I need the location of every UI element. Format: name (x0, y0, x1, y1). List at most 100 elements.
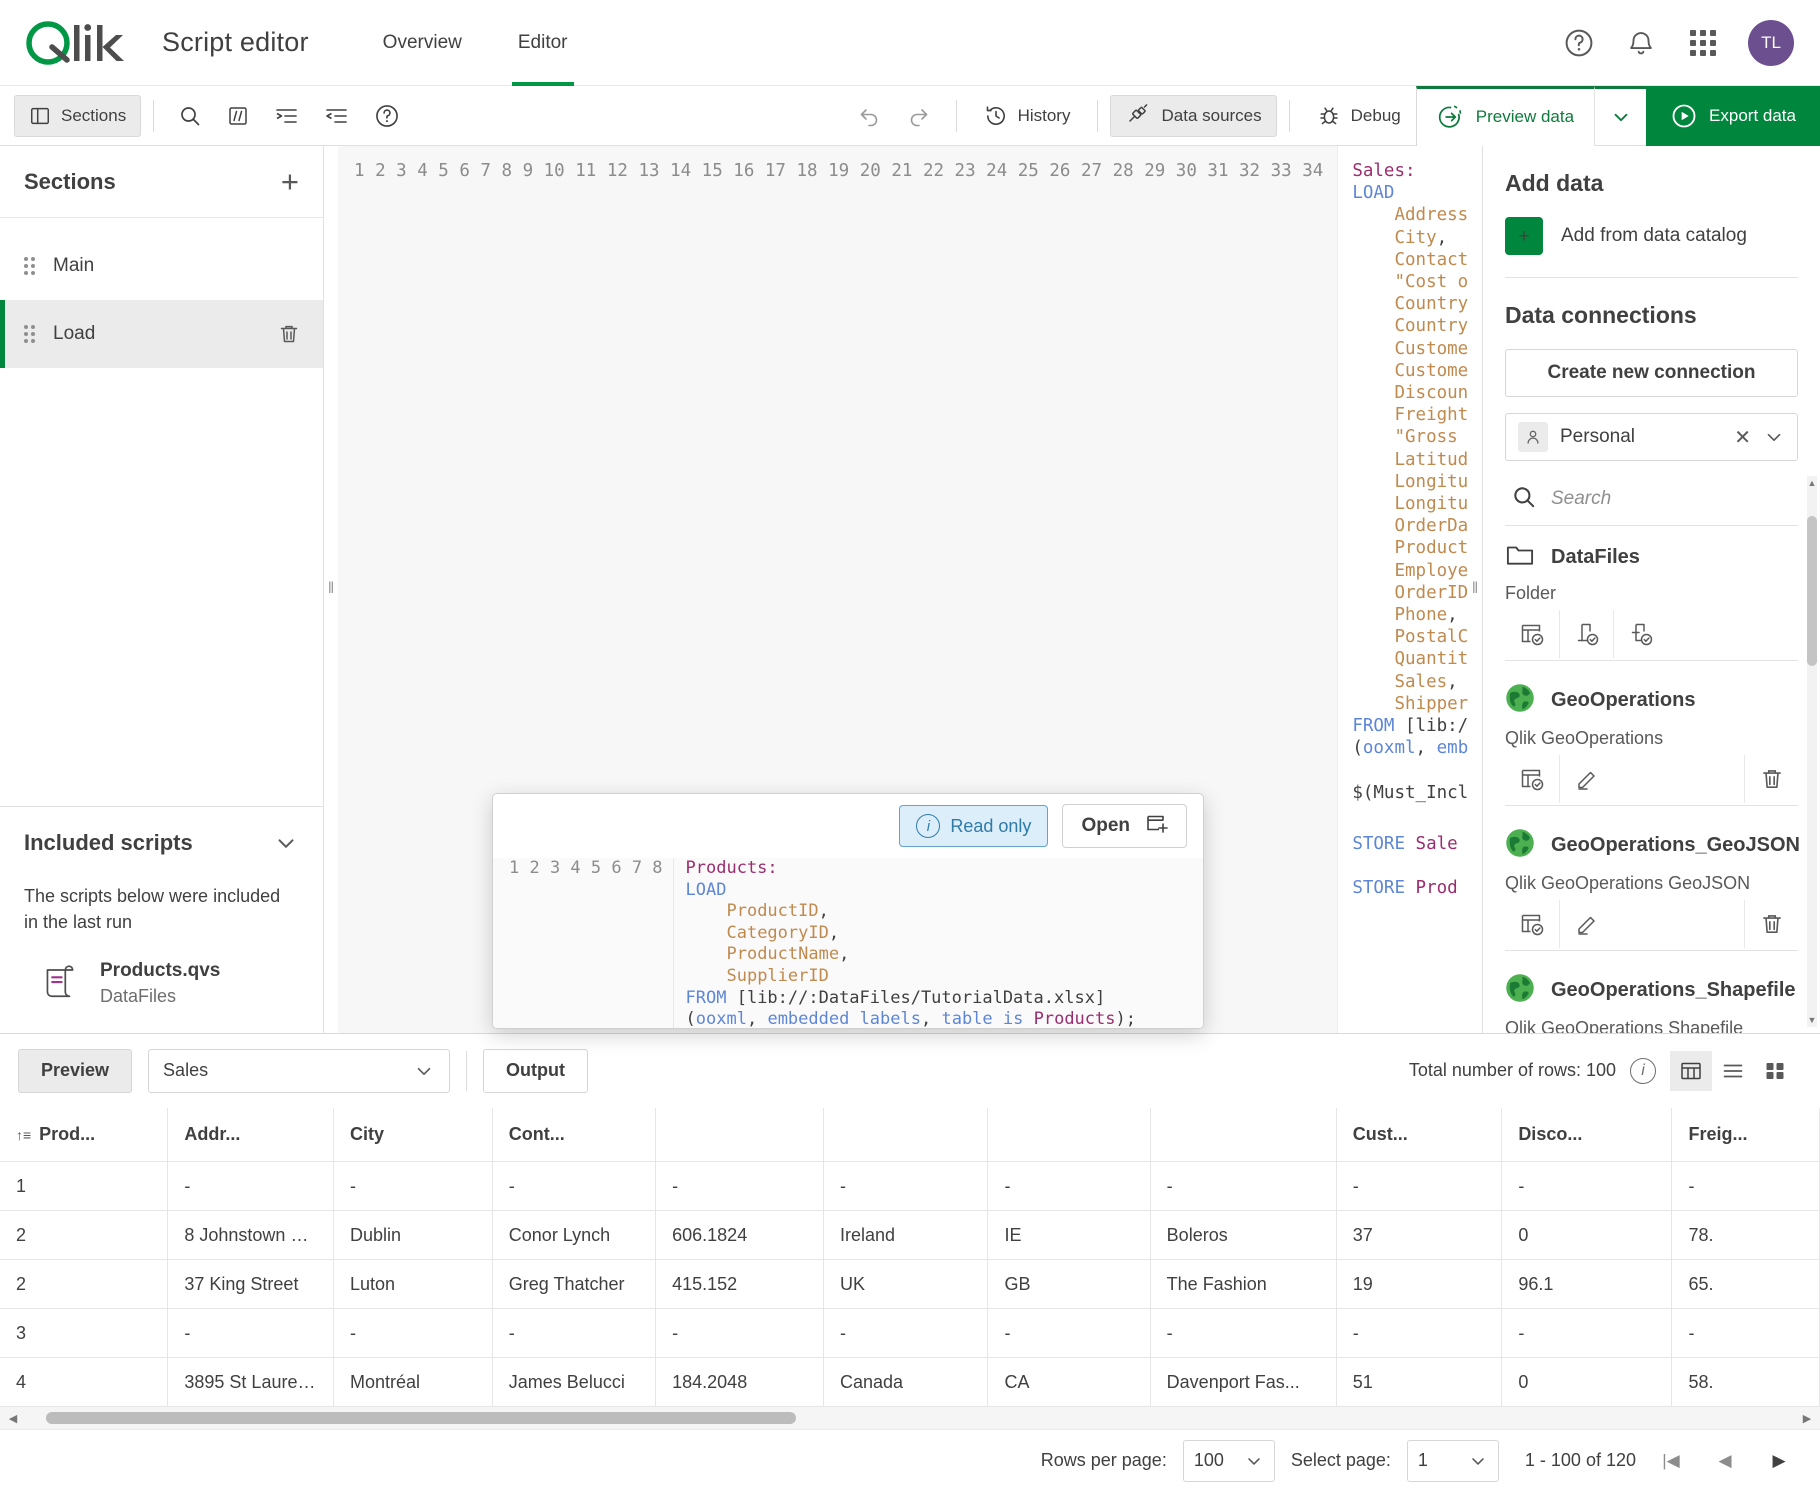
preview-data-chevron-down-icon[interactable] (1594, 85, 1647, 146)
editor-left-resize-handle[interactable]: ‖ (324, 146, 338, 1033)
table-row[interactable]: 3---------- (0, 1308, 1820, 1358)
scrollbar-track[interactable] (26, 1412, 1794, 1424)
avatar[interactable]: TL (1748, 19, 1794, 66)
chevron-down-icon[interactable] (413, 1060, 435, 1082)
scroll-up-icon[interactable]: ▲ (1807, 476, 1817, 490)
app-grid-icon[interactable] (1686, 26, 1720, 60)
scrollbar-thumb[interactable] (1807, 516, 1817, 666)
sections-title: Sections (24, 168, 116, 194)
column-header[interactable]: City (333, 1107, 493, 1162)
space-selector[interactable]: Personal ✕ (1505, 413, 1798, 461)
drag-handle-icon[interactable] (24, 325, 35, 343)
previous-page-icon[interactable]: ◀ (1706, 1442, 1744, 1480)
scroll-right-icon[interactable]: ▶ (1794, 1412, 1820, 1425)
table-row[interactable]: 1---------- (0, 1161, 1820, 1211)
popup-code-viewer[interactable]: 1 2 3 4 5 6 7 8 Products: LOAD ProductID… (493, 858, 1203, 1028)
delete-trash-icon[interactable] (277, 322, 301, 346)
select-data-icon[interactable] (1505, 900, 1559, 948)
indent-increase-icon[interactable] (262, 95, 312, 137)
tab-overview[interactable]: Overview (355, 0, 490, 86)
scrollbar-thumb[interactable] (46, 1412, 796, 1424)
edit-pencil-icon[interactable] (1559, 900, 1613, 948)
table-cell: UK (823, 1259, 989, 1309)
redo-arrow-icon[interactable] (894, 95, 944, 137)
column-header[interactable] (655, 1107, 824, 1162)
connection-item-geooperations-geojson[interactable]: GeoOperations_GeoJSON Qlik GeoOperations… (1505, 812, 1800, 957)
column-header[interactable]: Addr... (167, 1107, 334, 1162)
included-scripts-header[interactable]: Included scripts (0, 807, 323, 879)
add-from-data-catalog-button[interactable]: + Add from data catalog (1505, 217, 1798, 255)
chevron-down-icon[interactable] (1244, 1451, 1264, 1471)
column-header[interactable]: Cust... (1336, 1107, 1503, 1162)
export-data-button[interactable]: Export data (1646, 85, 1820, 146)
connections-search[interactable] (1505, 473, 1798, 525)
preview-table-select[interactable]: Sales (148, 1048, 451, 1093)
notifications-bell-icon[interactable] (1624, 26, 1658, 60)
sidebar-item-load[interactable]: Load (0, 300, 323, 368)
undo-arrow-icon[interactable] (844, 95, 894, 137)
editor-help-icon[interactable] (362, 95, 412, 137)
load-script-icon[interactable] (1559, 610, 1613, 658)
add-section-button[interactable]: + (281, 166, 299, 197)
edit-pencil-icon[interactable] (1559, 755, 1613, 803)
sections-toggle-button[interactable]: Sections (14, 94, 142, 137)
next-page-icon[interactable]: ▶ (1760, 1442, 1798, 1480)
select-data-icon[interactable] (1505, 610, 1559, 658)
table-row[interactable]: 4 3895 St Lauren... Montréal James Belucci 1… (0, 1357, 1820, 1407)
scroll-down-icon[interactable]: ▼ (1807, 1013, 1817, 1027)
search-input[interactable] (1551, 488, 1792, 510)
drag-handle-icon[interactable] (24, 257, 35, 275)
select-page-select[interactable]: 1 (1406, 1439, 1499, 1482)
table-row[interactable]: 28 Johnstown R... Dublin Conor Lynch 606.18… (0, 1210, 1820, 1260)
tab-editor[interactable]: Editor (490, 0, 596, 86)
connection-item-datafiles[interactable]: DataFiles Folder (1505, 526, 1798, 667)
output-tab-button[interactable]: Output (483, 1048, 589, 1093)
qlik-logo[interactable] (26, 20, 130, 65)
list-view-icon[interactable] (1712, 1051, 1754, 1091)
history-button[interactable]: History (969, 95, 1086, 137)
debug-button[interactable]: Debug (1302, 95, 1416, 137)
editor-code-text[interactable]: Sales: LOAD Address, City, ContactName, … (1338, 146, 1468, 1033)
scroll-left-icon[interactable]: ◀ (0, 1412, 26, 1425)
help-circle-icon[interactable] (1562, 26, 1596, 60)
column-header[interactable] (987, 1107, 1151, 1162)
preview-data-button[interactable]: Preview data (1415, 85, 1595, 146)
column-header[interactable] (823, 1107, 989, 1162)
connection-item-geooperations[interactable]: GeoOperations Qlik GeoOperations (1505, 667, 1798, 812)
delete-trash-icon[interactable] (1744, 900, 1798, 948)
column-header[interactable]: Disco... (1501, 1107, 1673, 1162)
sort-ascending-icon[interactable]: ↑≡ (16, 1127, 31, 1143)
preview-tab-button[interactable]: Preview (18, 1048, 133, 1093)
connection-item-geooperations-shapefile[interactable]: GeoOperations_Shapefile Qlik GeoOperatio… (1505, 957, 1798, 1033)
indent-decrease-icon[interactable] (312, 95, 362, 137)
chevron-down-icon[interactable] (1468, 1451, 1488, 1471)
create-new-connection-button[interactable]: Create new connection (1505, 349, 1798, 397)
insert-script-icon[interactable] (1613, 610, 1667, 658)
preview-horizontal-scrollbar[interactable]: ◀ ▶ (0, 1407, 1820, 1429)
search-icon[interactable] (166, 95, 214, 137)
column-header[interactable] (1150, 1107, 1337, 1162)
editor-right-resize-handle[interactable]: ‖ (1468, 146, 1482, 1033)
comment-toggle-icon[interactable] (214, 95, 262, 137)
column-header[interactable]: Cont... (492, 1107, 657, 1162)
select-data-icon[interactable] (1505, 755, 1559, 803)
sidebar-item-main[interactable]: Main (0, 232, 323, 300)
chevron-down-icon[interactable] (273, 830, 299, 856)
chevron-down-icon[interactable] (1763, 426, 1785, 448)
table-row[interactable]: 2 37 King Street Luton Greg Thatcher 415.152… (0, 1259, 1820, 1309)
delete-trash-icon[interactable] (1744, 755, 1798, 803)
connection-actions (1505, 755, 1798, 806)
rows-per-page-select[interactable]: 100 (1182, 1439, 1275, 1482)
info-circle-icon[interactable]: i (1630, 1057, 1656, 1084)
column-header[interactable]: Freig... (1671, 1107, 1820, 1162)
clear-space-icon[interactable]: ✕ (1734, 425, 1751, 450)
column-header[interactable]: ↑≡ Prod... (0, 1107, 169, 1162)
first-page-icon[interactable]: |◀ (1652, 1442, 1690, 1480)
data-sources-button[interactable]: Data sources (1110, 94, 1277, 137)
table-cell: - (987, 1161, 1151, 1211)
grid-view-icon[interactable] (1754, 1051, 1796, 1091)
open-script-button[interactable]: Open (1062, 804, 1187, 848)
list-item[interactable]: Products.qvs DataFiles (0, 956, 323, 1033)
data-panel-scrollbar[interactable]: ▲ ▼ (1807, 476, 1817, 1027)
table-view-icon[interactable] (1670, 1050, 1712, 1091)
